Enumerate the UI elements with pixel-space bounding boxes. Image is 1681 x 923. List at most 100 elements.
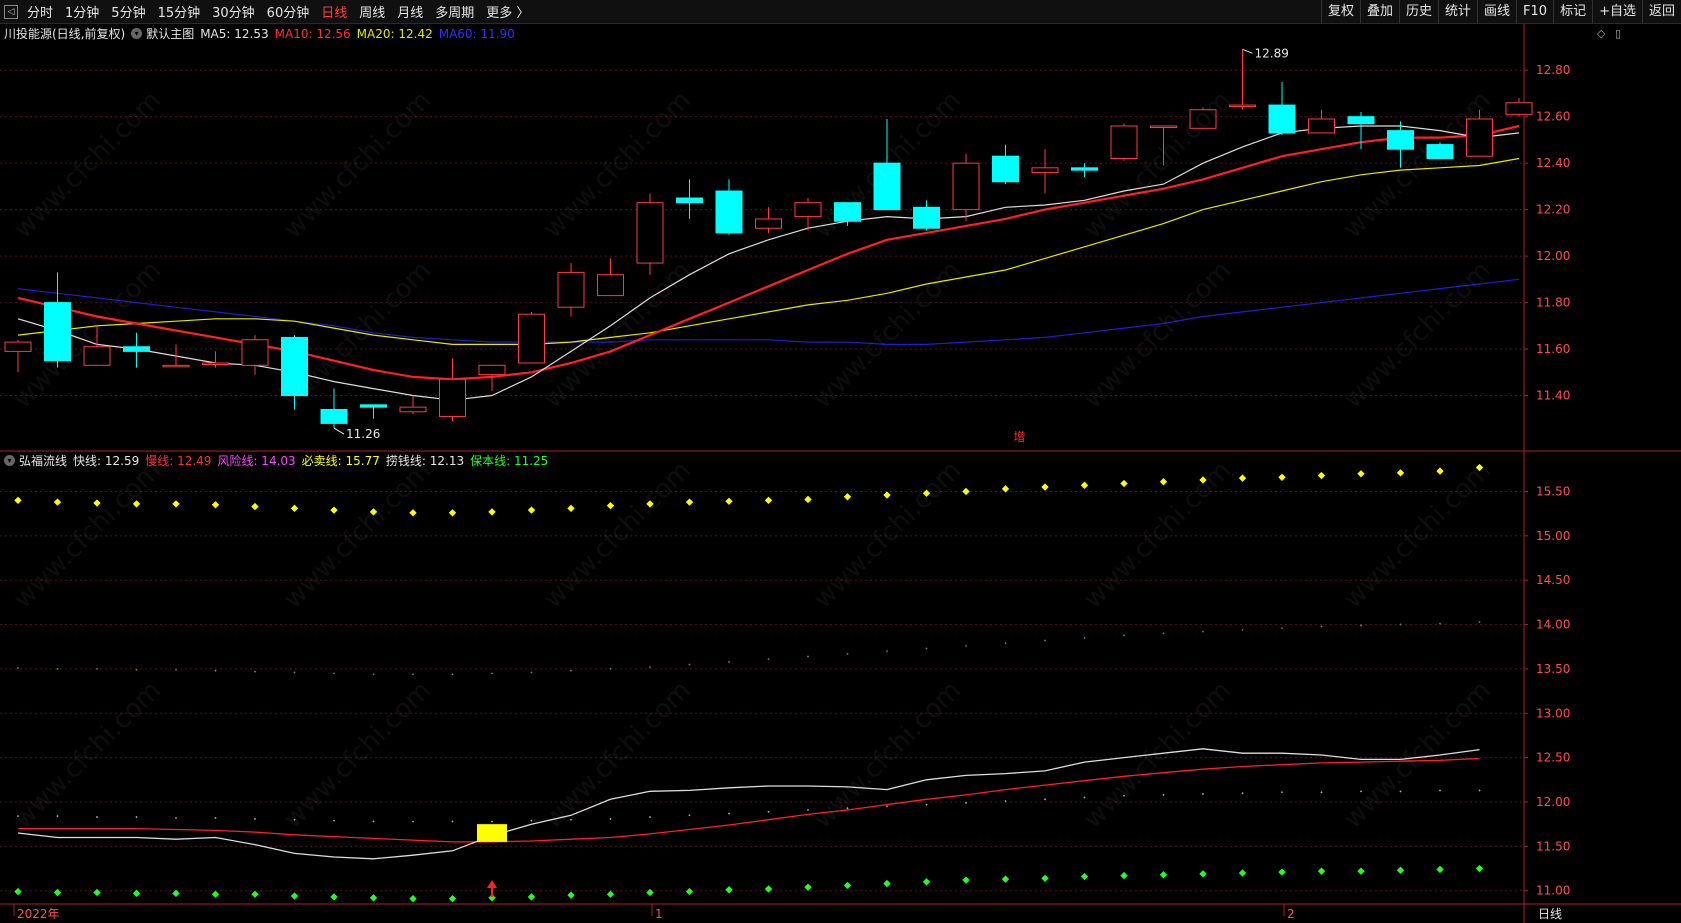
indicator-y-tick-label: 13.50 bbox=[1536, 662, 1570, 676]
cost-line-dot bbox=[1080, 872, 1089, 881]
toolbar-button-1[interactable]: 叠加 bbox=[1359, 0, 1399, 24]
cost-line-dot bbox=[369, 894, 378, 902]
profit-line-dot bbox=[293, 818, 296, 821]
cost-line-dot bbox=[330, 893, 338, 901]
sell-line-dot bbox=[1317, 471, 1326, 480]
indicator-y-tick-label: 15.50 bbox=[1536, 484, 1570, 498]
risk-line-dot bbox=[530, 671, 533, 674]
back-icon[interactable]: ◁ bbox=[4, 4, 18, 19]
candle-up bbox=[636, 202, 664, 264]
profit-line-dot bbox=[1201, 792, 1205, 796]
sell-line-dot bbox=[1120, 479, 1128, 488]
cost-line-dot bbox=[211, 890, 220, 898]
risk-line-dot bbox=[964, 644, 968, 647]
cost-line-dot bbox=[1238, 869, 1247, 877]
period-tab-7[interactable]: 周线 bbox=[353, 2, 391, 21]
period-tab-1[interactable]: 1分钟 bbox=[59, 2, 105, 21]
risk-line-dot bbox=[1083, 636, 1086, 639]
stock-name[interactable]: 川投能源(日线,前复权) bbox=[4, 25, 125, 42]
chart-template-name[interactable]: 默认主图 bbox=[146, 25, 194, 42]
period-indicator-label: 日线 bbox=[1538, 907, 1562, 921]
candle-up bbox=[1031, 167, 1059, 173]
indicator-settings-icon[interactable]: ▾ bbox=[4, 455, 15, 466]
profit-line-dot bbox=[806, 808, 810, 812]
toolbar-button-0[interactable]: 复权 bbox=[1320, 0, 1360, 24]
cost-line-dot bbox=[1475, 864, 1484, 873]
sell-line-dot bbox=[1159, 478, 1168, 486]
kline-chart-svg[interactable]: 12.80 12.60 12.40 12.20 12.00 11.80 11.60 11.40… bbox=[0, 24, 1681, 923]
toolbar-button-6[interactable]: 标记 bbox=[1553, 0, 1592, 24]
toolbar-button-2[interactable]: 历史 bbox=[1398, 0, 1438, 24]
chart-area[interactable]: 12.80 12.60 12.40 12.20 12.00 11.80 11.60 11.40… bbox=[0, 24, 1681, 923]
period-tab-6[interactable]: 日线 bbox=[315, 2, 353, 21]
diamond-icon[interactable]: ◇ bbox=[1597, 27, 1605, 40]
cost-line-dot bbox=[725, 886, 733, 894]
slow-line bbox=[18, 757, 1480, 843]
period-tab-2[interactable]: 5分钟 bbox=[105, 2, 151, 21]
panel-icon[interactable]: ▯ bbox=[1615, 27, 1621, 40]
candle-up bbox=[755, 218, 782, 229]
sell-line-dot bbox=[448, 509, 457, 517]
candle-up bbox=[241, 339, 269, 366]
profit-line-dot bbox=[372, 820, 375, 823]
candle-down bbox=[44, 302, 71, 362]
sell-line-dot bbox=[646, 500, 654, 508]
period-tab-5[interactable]: 60分钟 bbox=[261, 2, 316, 21]
sell-line-dot bbox=[843, 493, 852, 501]
main-y-tick-label: 11.80 bbox=[1536, 296, 1570, 310]
risk-line-dot bbox=[727, 660, 731, 663]
candle-down bbox=[360, 404, 387, 408]
risk-line-dot bbox=[648, 666, 652, 669]
period-tab-0[interactable]: 分时 bbox=[21, 2, 59, 21]
cost-line-dot bbox=[1396, 866, 1405, 874]
profit-line-dot bbox=[688, 814, 691, 817]
period-tab-3[interactable]: 15分钟 bbox=[152, 2, 207, 21]
period-tab-4[interactable]: 30分钟 bbox=[206, 2, 261, 21]
sell-line-dot bbox=[1041, 483, 1049, 491]
profit-line-dot bbox=[885, 805, 889, 808]
cost-line-dot bbox=[172, 889, 180, 898]
low-marker-line bbox=[333, 427, 345, 435]
cost-line-dot bbox=[1199, 870, 1207, 878]
date-axis-label: 2022年 bbox=[17, 907, 60, 921]
toolbar-button-3[interactable]: 统计 bbox=[1438, 0, 1477, 24]
chart-settings-icon[interactable]: ▾ bbox=[131, 28, 143, 39]
candle-down bbox=[676, 197, 703, 204]
indicator-name[interactable]: 弘福流线 bbox=[19, 452, 67, 469]
candle-up bbox=[952, 162, 980, 211]
toolbar-button-5[interactable]: F10 bbox=[1516, 0, 1553, 24]
cost-line-dot bbox=[93, 888, 101, 897]
candle-up bbox=[1466, 118, 1493, 157]
ma5-value: MA5: 12.53 bbox=[200, 26, 269, 41]
profit-line-dot bbox=[767, 810, 770, 813]
main-chart-legend: 川投能源(日线,前复权) ▾ 默认主图 MA5: 12.53 MA10: 12.… bbox=[4, 25, 521, 42]
main-y-tick-label: 11.40 bbox=[1536, 389, 1570, 403]
indicator-y-tick-label: 14.00 bbox=[1536, 618, 1570, 632]
candle-up bbox=[1229, 104, 1256, 108]
risk-line-dot bbox=[1241, 628, 1244, 632]
sell-line-dot bbox=[567, 504, 575, 513]
risk-line-dot bbox=[925, 647, 928, 650]
toolbar-button-4[interactable]: 画线 bbox=[1477, 0, 1516, 24]
sell-line-dot bbox=[685, 498, 694, 506]
profit-line-dot bbox=[95, 815, 99, 819]
toolbar-button-8[interactable]: 返回 bbox=[1641, 0, 1681, 24]
profit-line-dot bbox=[135, 815, 138, 819]
risk-line-dot bbox=[1043, 639, 1047, 642]
risk-line-dot bbox=[293, 671, 296, 674]
profit-line-dot bbox=[1399, 790, 1402, 793]
slow-line-value: 慢线: 12.49 bbox=[145, 454, 212, 468]
profit-line-dot bbox=[925, 803, 928, 806]
indicator-y-tick-label: 15.00 bbox=[1536, 529, 1570, 543]
cost-line-dot bbox=[132, 889, 141, 898]
risk-line-dot bbox=[1201, 630, 1205, 633]
period-tab-8[interactable]: 月线 bbox=[391, 2, 429, 21]
main-y-tick-label: 12.60 bbox=[1536, 110, 1570, 124]
cost-line-dot bbox=[1159, 871, 1168, 879]
candle-up bbox=[162, 364, 190, 368]
period-tab-9[interactable]: 多周期 bbox=[429, 2, 480, 21]
toolbar-button-7[interactable]: +自选 bbox=[1592, 0, 1642, 24]
period-tab-10[interactable]: 更多 〉 bbox=[480, 2, 535, 21]
profit-line-value: 捞钱线: 12.13 bbox=[385, 454, 465, 468]
indicator-y-tick-label: 11.50 bbox=[1536, 839, 1570, 853]
